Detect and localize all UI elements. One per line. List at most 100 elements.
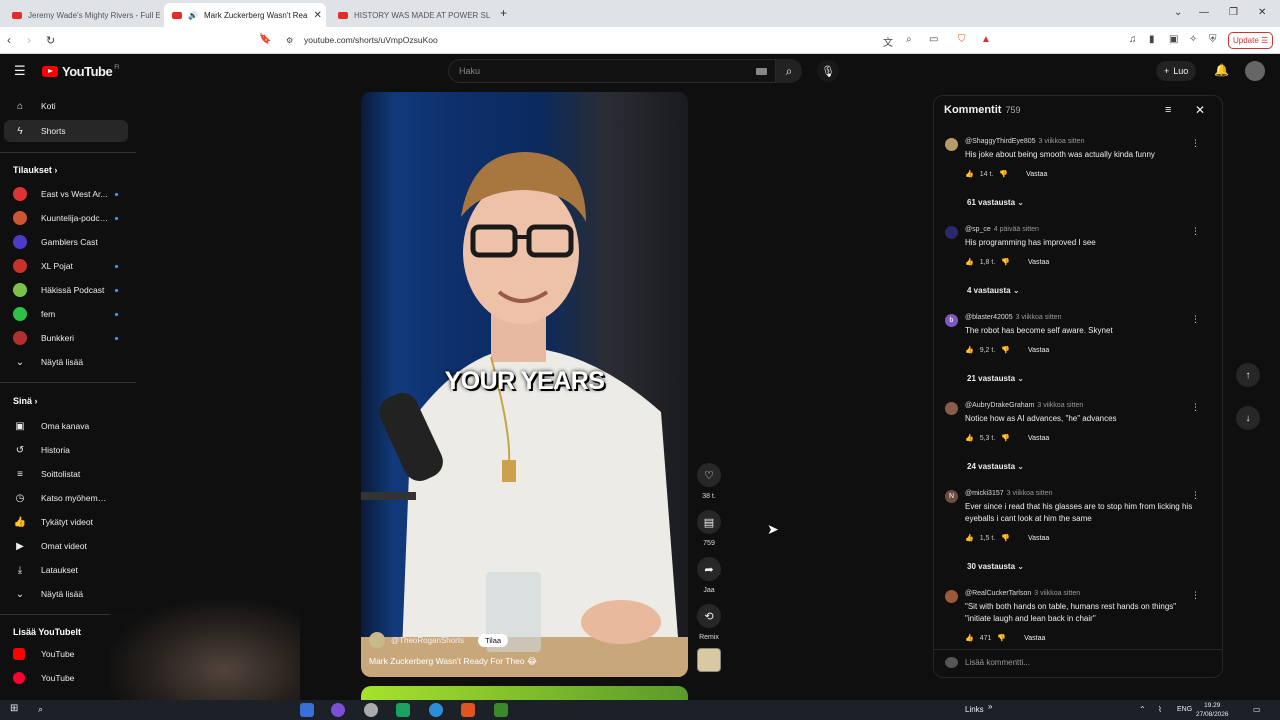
maximize-icon[interactable]: ❐ (1229, 7, 1238, 18)
next-short-button[interactable]: ↓ (1236, 406, 1260, 430)
sidebar-item-watch-later[interactable]: ◷ Katso myöhemmin (0, 487, 128, 509)
comment-author[interactable]: @micki3157 3 viikkoa sitten (965, 490, 1053, 497)
windows-start-icon[interactable]: ⊞ (10, 703, 18, 714)
comment-avatar[interactable] (945, 226, 958, 239)
you-heading[interactable]: Sinä › (13, 396, 38, 406)
close-tab-icon[interactable]: ✕ (313, 10, 321, 21)
search-button[interactable]: ⌕ (776, 59, 802, 83)
thumb-up-icon[interactable]: 👍 (965, 346, 974, 354)
translate-icon[interactable]: 文 (883, 34, 893, 49)
close-window-icon[interactable]: ✕ (1258, 7, 1266, 18)
reply-button[interactable]: Vastaa (1024, 635, 1045, 642)
subscription-item[interactable]: East vs West Ar... (0, 183, 128, 205)
reply-button[interactable]: Vastaa (1028, 347, 1049, 354)
subscription-item[interactable]: XL Pojat (0, 255, 128, 277)
new-tab-icon[interactable]: + (500, 6, 507, 20)
remix-button[interactable]: ⟲ (697, 604, 721, 628)
more-options-icon[interactable]: ⋮ (1191, 590, 1200, 601)
thumb-up-icon[interactable]: 👍 (965, 534, 974, 542)
thumb-down-icon[interactable]: 👎 (1001, 346, 1010, 354)
sort-icon[interactable]: ≡ (1165, 104, 1171, 116)
clock[interactable]: 19.29 27/08/2026 (1196, 701, 1229, 719)
reply-button[interactable]: Vastaa (1028, 259, 1049, 266)
notifications-icon[interactable]: 🔔 (1214, 63, 1229, 77)
browser-tab-3[interactable]: HISTORY WAS MADE AT POWER SLA (330, 3, 490, 27)
thumb-down-icon[interactable]: 👎 (999, 170, 1008, 178)
thumb-up-icon[interactable]: 👍 (965, 170, 974, 178)
comment-avatar[interactable]: b (945, 314, 958, 327)
cast-icon[interactable]: ▭ (929, 34, 938, 45)
thumb-up-icon[interactable]: 👍 (965, 434, 974, 442)
taskbar-search-icon[interactable]: ⌕ (38, 704, 43, 715)
wallet-icon[interactable]: ⛨ (1209, 34, 1217, 45)
update-button[interactable]: Update ☰ (1228, 32, 1274, 49)
bookmark-icon[interactable]: 🔖 (259, 34, 271, 45)
more-options-icon[interactable]: ⋮ (1191, 314, 1200, 325)
comment-avatar[interactable] (945, 138, 958, 151)
sound-thumbnail[interactable] (697, 648, 721, 672)
extensions-icon[interactable]: ✧ (1189, 34, 1197, 45)
subscriptions-heading[interactable]: Tilaukset › (13, 165, 57, 175)
subscription-item[interactable]: Häkissä Podcast (0, 279, 128, 301)
comment-author[interactable]: @sp_ce 4 päivää sitten (965, 226, 1039, 233)
thumb-down-icon[interactable]: 👎 (1001, 258, 1010, 266)
tab-search-icon[interactable]: ⌄ (1174, 7, 1182, 18)
site-info-icon[interactable]: ⚙ (286, 36, 293, 45)
tray-expand-icon[interactable]: ⌃ (1139, 705, 1146, 714)
rewards-icon[interactable]: ▲ (981, 34, 991, 45)
replies-toggle[interactable]: 21 vastausta ⌄ (967, 374, 1024, 383)
show-more-subscriptions[interactable]: ⌄ Näytä lisää (0, 351, 128, 373)
comment-author[interactable]: @RealCuckerTarlson 3 viikkoa sitten (965, 590, 1080, 597)
search-input[interactable] (459, 66, 739, 76)
network-icon[interactable]: ⌇ (1158, 705, 1162, 714)
create-button[interactable]: + Luo (1156, 61, 1197, 81)
sidebar-item-your-channel[interactable]: ▣ Oma kanava (0, 415, 128, 437)
media-icon[interactable]: ♫ (1129, 34, 1137, 45)
replies-toggle[interactable]: 30 vastausta ⌄ (967, 562, 1024, 571)
subscribe-button[interactable]: Tilaa (478, 633, 509, 647)
edge-icon[interactable] (429, 703, 443, 717)
subscription-item[interactable]: Kuuntelija-podca... (0, 207, 128, 229)
previous-short-button[interactable]: ↑ (1236, 363, 1260, 387)
menu-icon[interactable]: ☰ (14, 63, 26, 79)
replies-toggle[interactable]: 61 vastausta ⌄ (967, 198, 1024, 207)
thumb-down-icon[interactable]: 👎 (1001, 434, 1010, 442)
youtube-logo[interactable]: YouTube FI (42, 64, 119, 79)
zoom-icon[interactable]: ⌕ (906, 34, 912, 45)
subscription-item[interactable]: Gamblers Cast (0, 231, 128, 253)
sidebar-toggle-icon[interactable]: ▮ (1149, 34, 1155, 45)
thumb-up-icon[interactable]: 👍 (965, 258, 974, 266)
channel-avatar[interactable] (369, 632, 385, 648)
app-icon[interactable] (396, 703, 410, 717)
subscription-item[interactable]: Bunkkeri (0, 327, 128, 349)
more-options-icon[interactable]: ⋮ (1191, 402, 1200, 413)
sidebar-item-youtube[interactable]: YouTube (0, 643, 128, 665)
sidebar-item-show-more[interactable]: ⌄ Näytä lisää (0, 583, 128, 605)
discord-icon[interactable] (331, 703, 345, 717)
replies-toggle[interactable]: 4 vastausta ⌄ (967, 286, 1020, 295)
more-options-icon[interactable]: ⋮ (1191, 490, 1200, 501)
links-toolbar[interactable]: Links (965, 705, 984, 714)
sidebar-item-youtube-music[interactable]: YouTube (0, 667, 128, 689)
sidebar-item-downloads[interactable]: ⤓ Lataukset (0, 559, 128, 581)
url-field[interactable]: youtube.com/shorts/uVmpOzsuKoo (304, 35, 438, 45)
more-options-icon[interactable]: ⋮ (1191, 138, 1200, 149)
comment-avatar[interactable] (945, 402, 958, 415)
add-comment-input[interactable]: Lisää kommentti... (965, 658, 1030, 667)
short-title[interactable]: Mark Zuckerberg Wasn't Ready For Theo 😂 (369, 656, 537, 667)
comment-author[interactable]: @AubryDrakeGraham 3 viikkoa sitten (965, 402, 1083, 409)
reply-button[interactable]: Vastaa (1026, 171, 1047, 178)
account-avatar[interactable] (1245, 61, 1265, 81)
channel-name[interactable]: @TheoRoganShorts (391, 636, 464, 645)
brave-icon[interactable] (461, 703, 475, 717)
comment-author[interactable]: @blaster42005 3 viikkoa sitten (965, 314, 1062, 321)
notification-center-icon[interactable]: ▭ (1253, 705, 1261, 714)
close-icon[interactable]: ✕ (1195, 103, 1205, 117)
sidebar-item-history[interactable]: ↺ Historia (0, 439, 128, 461)
brave-shield-icon[interactable]: ⛉ (958, 34, 966, 45)
keyboard-icon[interactable] (756, 68, 767, 75)
thumb-down-icon[interactable]: 👎 (997, 634, 1006, 642)
share-button[interactable]: ➦ (697, 557, 721, 581)
language-indicator[interactable]: ENG (1177, 706, 1192, 713)
browser-tab-1[interactable]: Jeremy Wade's Mighty Rivers - Full E (4, 3, 160, 27)
